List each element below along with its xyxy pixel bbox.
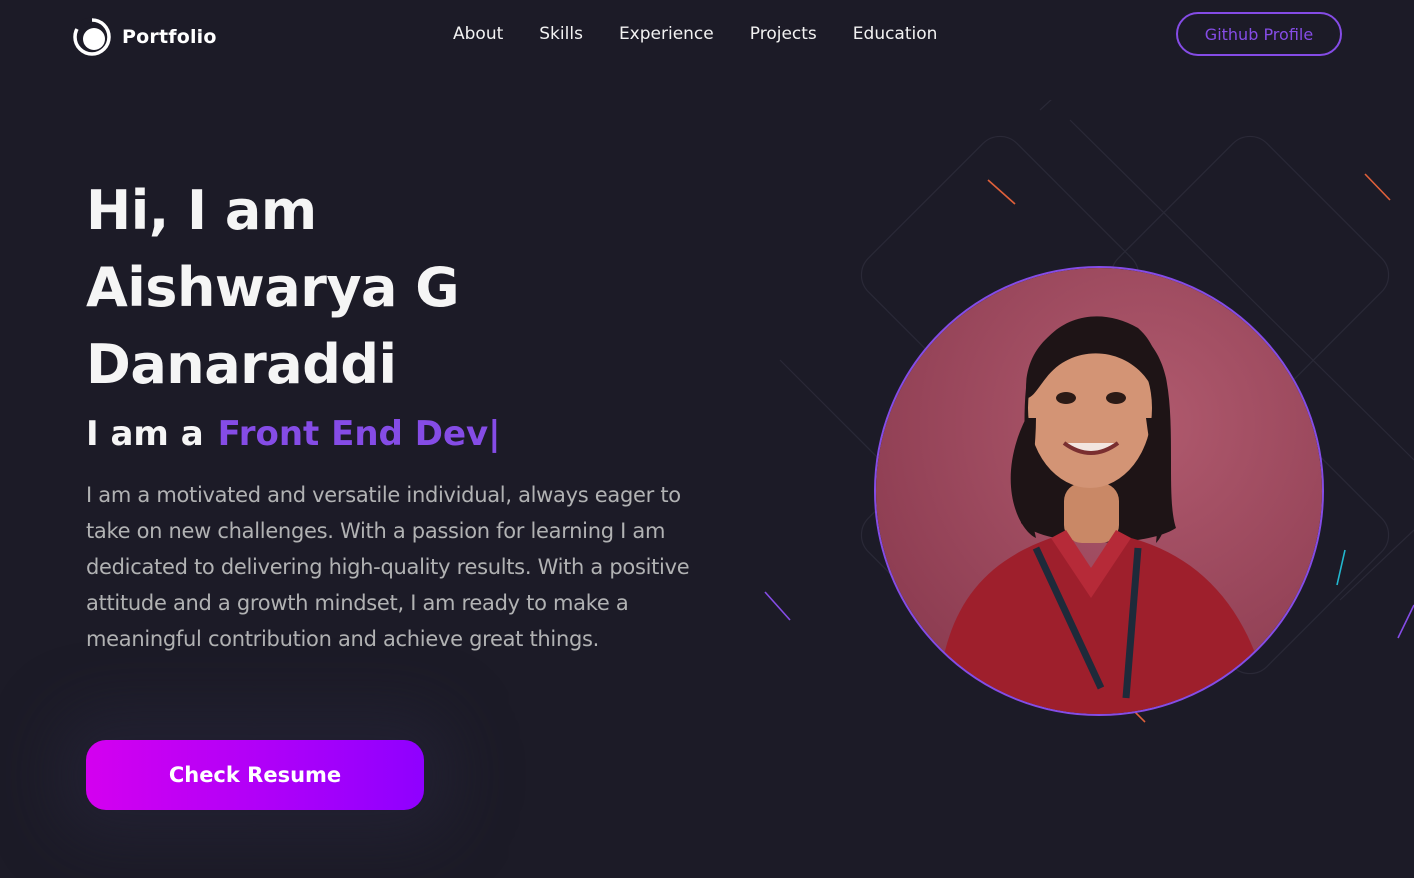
role-line: I am a Front End Dev| — [86, 414, 501, 454]
nav-link-experience[interactable]: Experience — [619, 24, 714, 44]
hero-title: Hi, I am Aishwarya G Danaraddi — [86, 172, 606, 403]
role-prefix: I am a — [86, 414, 204, 454]
navbar: Portfolio About Skills Experience Projec… — [0, 0, 1414, 74]
profile-photo-illustration — [876, 268, 1322, 714]
nav-link-education[interactable]: Education — [853, 24, 938, 44]
check-resume-button[interactable]: Check Resume — [86, 740, 424, 810]
hero-name-line1: Aishwarya G — [86, 256, 460, 319]
nav-link-projects[interactable]: Projects — [750, 24, 817, 44]
hero-description: I am a motivated and versatile individua… — [86, 483, 690, 651]
logo-text: Portfolio — [122, 26, 217, 48]
portfolio-logo-icon — [73, 17, 111, 56]
role-typewriter: Front End Dev — [217, 414, 489, 454]
nav-link-skills[interactable]: Skills — [539, 24, 583, 44]
hero-name-line2: Danaraddi — [86, 333, 397, 396]
logo[interactable]: Portfolio — [72, 17, 217, 57]
nav-link-about[interactable]: About — [453, 24, 503, 44]
portfolio-page: Portfolio About Skills Experience Projec… — [0, 0, 1414, 878]
profile-photo — [874, 266, 1324, 716]
nav-links: About Skills Experience Projects Educati… — [453, 24, 937, 44]
hero-greeting: Hi, I am — [86, 179, 317, 242]
github-profile-button[interactable]: Github Profile — [1176, 12, 1342, 56]
typing-cursor: | — [488, 414, 501, 454]
